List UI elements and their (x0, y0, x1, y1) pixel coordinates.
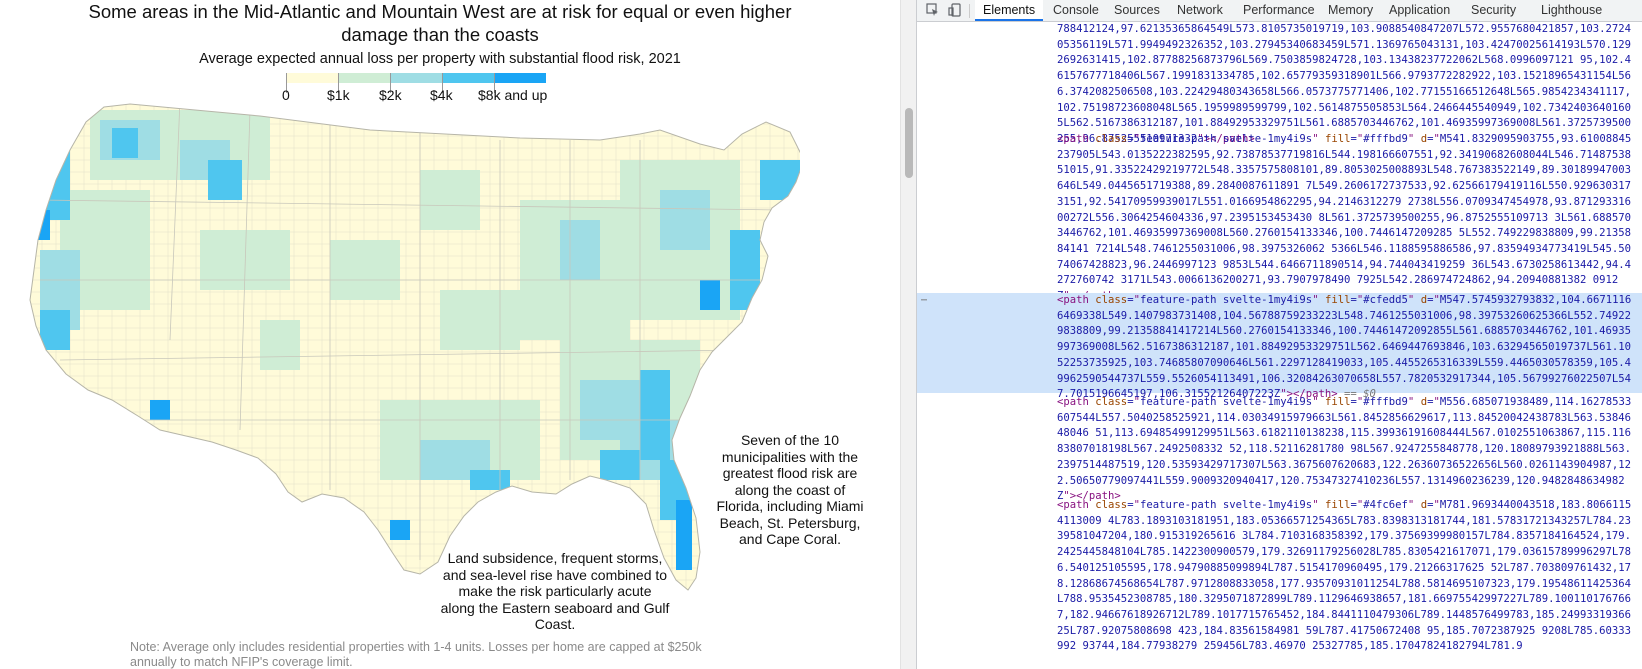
dom-node-path[interactable]: <path class="feature-path svelte-1my4i9s… (917, 498, 1642, 669)
dom-node-path-selected[interactable]: ⋯ <path class="feature-path svelte-1my4i… (917, 293, 1642, 400)
page-scrollbar[interactable] (900, 0, 916, 669)
tab-lighthouse[interactable]: Lighthouse (1533, 0, 1610, 21)
tab-security[interactable]: Security (1463, 0, 1524, 21)
annotation-gulf-coast: Land subsidence, frequent storms, and se… (440, 550, 670, 632)
legend-swatch-3 (442, 73, 494, 83)
legend-swatch-2 (390, 73, 442, 83)
dom-node-fragment[interactable]: 788412124,97.62135365864549L573.81057350… (917, 22, 1642, 145)
tab-performance[interactable]: Performance (1235, 0, 1323, 21)
inspect-icon[interactable] (925, 3, 941, 19)
dom-node-path[interactable]: <path class="feature-path svelte-1my4i9s… (917, 395, 1642, 502)
node-options-icon[interactable]: ⋯ (921, 293, 927, 309)
devtools-panel: Elements Console Sources Network Perform… (916, 0, 1642, 669)
annotation-florida: Seven of the 10 municipalities with the … (716, 432, 864, 547)
tab-application[interactable]: Application (1381, 0, 1458, 21)
elements-tree[interactable]: 788412124,97.62135365864549L573.81057350… (917, 22, 1642, 669)
tab-sources[interactable]: Sources (1106, 0, 1168, 21)
scroll-thumb[interactable] (905, 108, 913, 178)
map-subtitle: Average expected annual loss per propert… (199, 51, 681, 67)
article-panel: Some areas in the Mid-Atlantic and Mount… (0, 0, 900, 669)
legend-swatch-4 (494, 73, 546, 83)
legend-swatch-0 (286, 73, 338, 83)
tab-memory[interactable]: Memory (1320, 0, 1381, 21)
tab-network[interactable]: Network (1169, 0, 1231, 21)
devtools-toolbar: Elements Console Sources Network Perform… (917, 0, 1642, 22)
tab-console[interactable]: Console (1045, 0, 1107, 21)
dom-node-path[interactable]: <path class="feature-path svelte-1my4i9s… (917, 132, 1642, 302)
us-flood-risk-map[interactable] (0, 100, 800, 600)
map-regions (30, 104, 800, 590)
tab-elements[interactable]: Elements (975, 0, 1044, 21)
device-toggle-icon[interactable] (947, 3, 963, 19)
page-title: Some areas in the Mid-Atlantic and Mount… (88, 1, 792, 45)
legend-swatch-1 (338, 73, 390, 83)
footnote: Note: Average only includes residential … (130, 640, 702, 669)
